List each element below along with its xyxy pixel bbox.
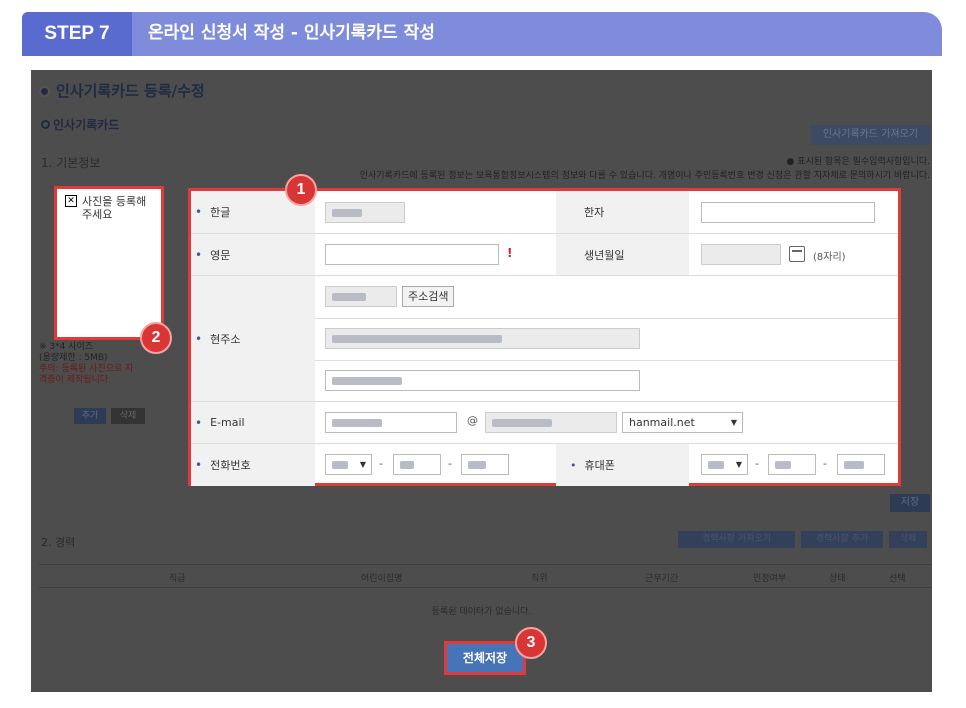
hanja-label: 한자 xyxy=(556,191,689,233)
photo-delete-button[interactable]: 삭제 xyxy=(111,408,145,424)
callout-badge-3: 3 xyxy=(515,627,547,659)
screenshot-panel: 인사기록카드 등록/수정 인사기록카드 인사기록카드 가져오기 1. 기본정보 … xyxy=(31,70,932,692)
step-banner: STEP 7 온라인 신청서 작성 - 인사기록카드 작성 xyxy=(22,12,942,56)
mobile-last-field[interactable] xyxy=(837,454,885,475)
email-domain-field[interactable] xyxy=(485,412,617,433)
panel-title: 인사기록카드 등록/수정 xyxy=(39,80,205,101)
calendar-icon[interactable] xyxy=(789,246,805,262)
birth-hint: (8자리) xyxy=(813,252,846,263)
row-address: • 현주소 주소검색 xyxy=(191,276,898,402)
career-import-button[interactable]: 경력사항 가져오기 xyxy=(678,531,795,548)
photo-note: ※ 3*4 사이즈 (용량제한 : 5MB) 주의: 등록된 사진으로 자격증이… xyxy=(39,342,134,385)
phone-middle-field[interactable] xyxy=(393,454,441,475)
row-english: • 영문 ! 생년월일 (8자리) xyxy=(191,234,898,276)
section-career: 2. 경력 xyxy=(41,536,76,549)
empty-message: 등록된 데이터가 없습니다. xyxy=(431,607,532,617)
phone-label: • 전화번호 xyxy=(191,444,315,486)
required-mark: ! xyxy=(507,246,513,260)
address-search-button[interactable]: 주소검색 xyxy=(402,286,455,307)
career-add-button[interactable]: 경력사항 추가 xyxy=(801,531,883,548)
ring-icon xyxy=(41,120,50,129)
basic-info-form: • 한글 한자 • 영문 ! 생년월일 (8자리) • 현주소 주소검색 • E-mai… xyxy=(188,188,901,486)
row-email: • E-mail @ hanmail.net ▼ xyxy=(191,402,898,444)
phone-last-field[interactable] xyxy=(461,454,509,475)
section-basic-info: 1. 기본정보 xyxy=(41,156,101,170)
photo-add-button[interactable]: 추가 xyxy=(74,408,106,424)
korean-name-field[interactable] xyxy=(325,202,405,223)
email-at: @ xyxy=(467,414,478,427)
row-phone: • 전화번호 ▼ - - • 휴대폰 ▼ - - xyxy=(191,444,898,486)
mobile-prefix-select[interactable]: ▼ xyxy=(701,454,748,475)
import-card-button[interactable]: 인사기록카드 가져오기 xyxy=(810,125,930,145)
photo-label: 사진을 등록해 주세요 xyxy=(82,195,147,221)
step-title: 온라인 신청서 작성 - 인사기록카드 작성 xyxy=(148,23,435,43)
card-subtitle: 인사기록카드 xyxy=(41,116,119,133)
email-domain-select[interactable]: hanmail.net ▼ xyxy=(622,412,743,433)
career-delete-button[interactable]: 삭제 xyxy=(889,531,927,548)
save-all-button[interactable]: 전체저장 xyxy=(444,641,526,675)
career-table-header: 직급 어린이집명 직위 근무기간 인정여부 상태 선택 xyxy=(39,564,932,588)
phone-prefix-select[interactable]: ▼ xyxy=(325,454,372,475)
address-label: • 현주소 xyxy=(191,276,315,401)
callout-badge-1: 1 xyxy=(285,174,317,206)
chevron-down-icon: ▼ xyxy=(730,418,737,427)
birth-label: 생년월일 xyxy=(556,234,689,275)
required-notice: ● 표시된 항목은 필수입력사항입니다. xyxy=(786,157,931,167)
birth-field[interactable] xyxy=(701,244,781,265)
callout-badge-2: 2 xyxy=(140,322,172,354)
hanja-field[interactable] xyxy=(701,202,875,223)
chevron-down-icon: ▼ xyxy=(359,460,366,469)
photo-upload-box[interactable]: ✕ 사진을 등록해 주세요 xyxy=(54,186,164,340)
address-line2-field[interactable] xyxy=(325,370,640,391)
chevron-down-icon: ▼ xyxy=(735,460,742,469)
email-label: • E-mail xyxy=(191,402,315,443)
broken-image-icon: ✕ xyxy=(65,195,77,207)
english-name-label: • 영문 xyxy=(191,234,315,275)
mobile-label: • 휴대폰 xyxy=(556,444,689,486)
mobile-middle-field[interactable] xyxy=(768,454,816,475)
postcode-field[interactable] xyxy=(325,286,397,307)
address-line1-field[interactable] xyxy=(325,328,640,349)
step-badge: STEP 7 xyxy=(22,12,132,56)
bullet-icon xyxy=(39,86,50,97)
email-id-field[interactable] xyxy=(325,412,457,433)
save-basic-button[interactable]: 저장 xyxy=(890,494,930,512)
info-notice: 인사기록카드에 등록된 정보는 보육통합정보시스템의 정보와 다를 수 있습니다… xyxy=(359,171,930,181)
english-name-field[interactable] xyxy=(325,244,499,265)
